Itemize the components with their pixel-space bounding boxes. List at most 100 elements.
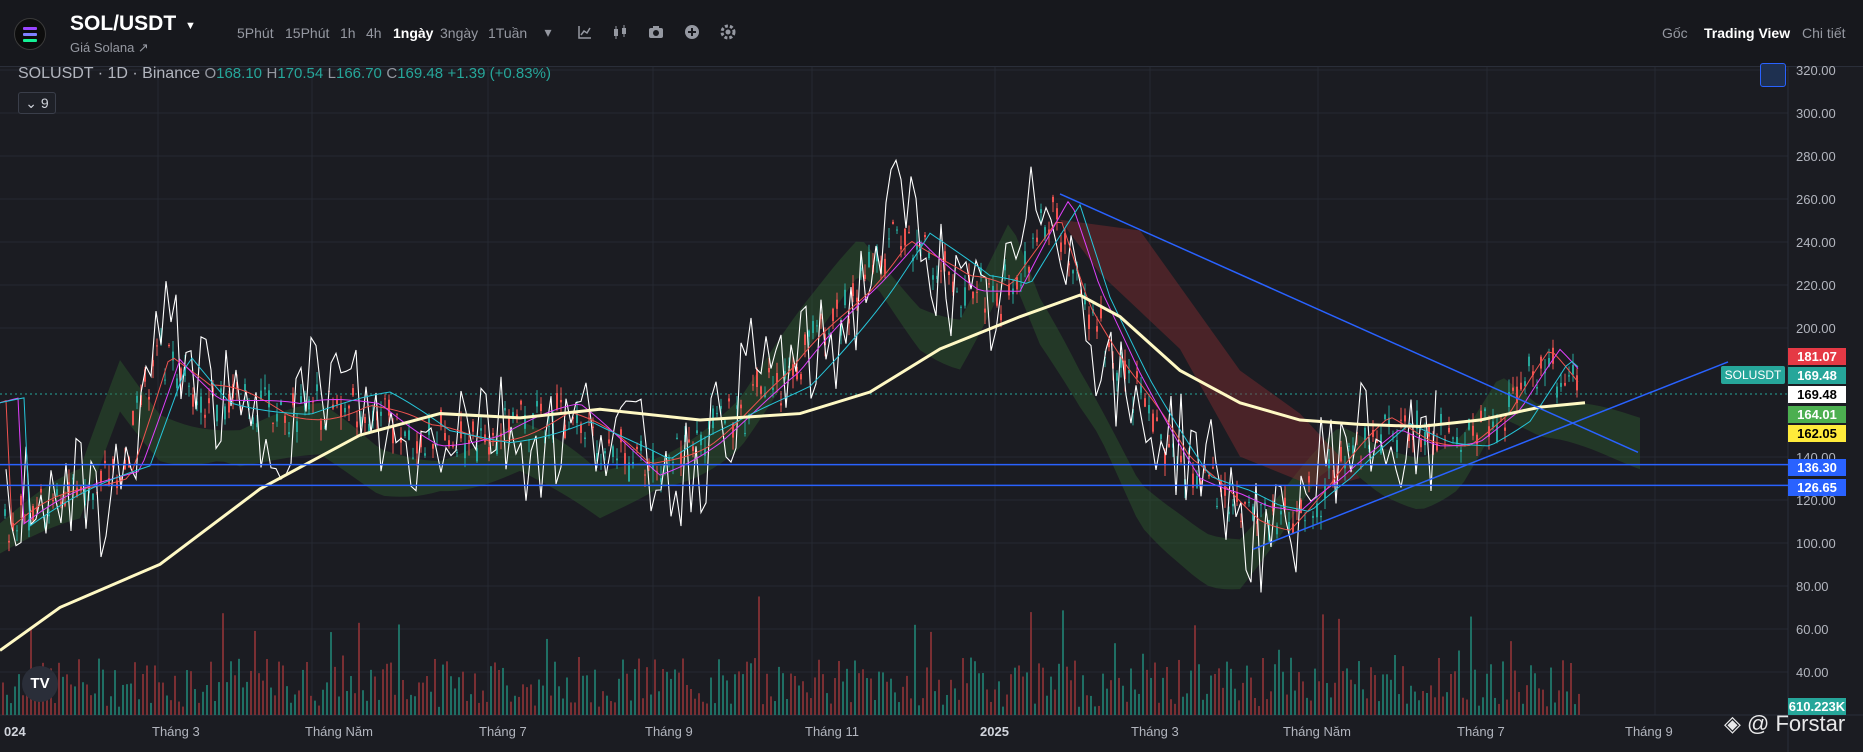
candle-body xyxy=(604,451,606,454)
volume-bar xyxy=(178,701,180,715)
volume-bar xyxy=(1550,667,1552,715)
volume-bar xyxy=(1410,685,1412,715)
camera-icon[interactable] xyxy=(648,24,664,40)
candle-body xyxy=(320,420,322,430)
volume-bar xyxy=(926,667,928,715)
candle-body xyxy=(40,488,42,493)
add-icon[interactable] xyxy=(684,24,700,40)
candle-body xyxy=(1312,515,1314,518)
timeframe-1d[interactable]: 1ngày xyxy=(393,25,433,41)
volume-bar xyxy=(130,683,132,715)
volume-bar xyxy=(162,682,164,715)
volume-bar xyxy=(1006,694,1008,715)
volume-bar xyxy=(694,698,696,715)
candle-body xyxy=(1452,437,1454,439)
tradingview-link[interactable]: Trading View xyxy=(1704,25,1790,41)
volume-bar xyxy=(1310,700,1312,715)
candles-icon[interactable] xyxy=(612,24,628,40)
more-timeframes-icon[interactable]: ▾ xyxy=(540,24,556,40)
volume-bar xyxy=(846,668,848,715)
volume-bar xyxy=(670,678,672,715)
candle-body xyxy=(52,499,54,502)
candle-body xyxy=(964,287,966,306)
volume-bar xyxy=(1358,661,1360,715)
time-axis-label: 024 xyxy=(4,724,26,739)
volume-bar xyxy=(1446,692,1448,715)
navigator-toggle-icon[interactable] xyxy=(1760,63,1786,87)
volume-bar xyxy=(978,673,980,715)
volume-bar xyxy=(146,665,148,715)
volume-bar xyxy=(582,675,584,715)
volume-bar xyxy=(962,658,964,715)
volume-bar xyxy=(1434,697,1436,715)
candle-body xyxy=(768,368,770,373)
candle-body xyxy=(904,228,906,246)
timeframe-1h[interactable]: 1h xyxy=(340,25,356,41)
candle-body xyxy=(504,408,506,411)
candle-body xyxy=(408,430,410,440)
details-link[interactable]: Chi tiết xyxy=(1802,25,1846,41)
volume-bar xyxy=(206,685,208,715)
candle-body xyxy=(1448,427,1450,433)
candle-body xyxy=(1088,314,1090,330)
volume-bar xyxy=(210,661,212,715)
volume-bar xyxy=(1510,641,1512,715)
volume-bar xyxy=(562,698,564,715)
timeframe-1w[interactable]: 1Tuần xyxy=(488,25,527,41)
volume-bar xyxy=(18,674,20,715)
volume-bar xyxy=(14,686,16,715)
volume-bar xyxy=(1386,674,1388,715)
price-chart[interactable] xyxy=(0,67,1863,752)
volume-bar xyxy=(102,669,104,715)
candle-body xyxy=(156,345,158,347)
volume-bar xyxy=(734,674,736,715)
volume-bar xyxy=(1262,657,1264,715)
volume-bar xyxy=(1546,706,1548,715)
volume-bar xyxy=(1170,699,1172,715)
pair-subtitle-link[interactable]: Giá Solana ↗ xyxy=(70,40,149,56)
candle-body xyxy=(168,344,170,346)
candle-body xyxy=(1212,467,1214,469)
volume-bar xyxy=(698,693,700,715)
volume-bar xyxy=(606,695,608,715)
volume-bar xyxy=(1094,706,1096,715)
indicators-icon[interactable] xyxy=(577,24,593,40)
timeframe-5m[interactable]: 5Phút xyxy=(237,25,274,41)
candle-body xyxy=(940,270,942,272)
volume-bar xyxy=(890,678,892,715)
volume-bar xyxy=(790,673,792,715)
close-label: C xyxy=(386,65,398,82)
candle-body xyxy=(1384,414,1386,420)
volume-bar xyxy=(882,672,884,715)
volume-bar xyxy=(646,667,648,715)
timeframe-4h[interactable]: 4h xyxy=(366,25,382,41)
original-view-link[interactable]: Gốc xyxy=(1662,25,1688,41)
gear-icon[interactable] xyxy=(720,24,736,40)
candle-body xyxy=(560,399,562,403)
timeframe-15m[interactable]: 15Phút xyxy=(285,25,329,41)
volume-bar xyxy=(1294,690,1296,715)
candle-body xyxy=(492,432,494,436)
tradingview-logo-icon[interactable]: TV xyxy=(22,666,58,702)
pair-selector[interactable]: SOL/USDT xyxy=(70,12,176,36)
open-value: 168.10 xyxy=(216,65,263,82)
indicators-toggle[interactable]: ⌄ 9 xyxy=(18,92,56,114)
volume-bar xyxy=(870,678,872,715)
candle-body xyxy=(300,396,302,403)
volume-bar xyxy=(1518,691,1520,715)
volume-bar xyxy=(202,691,204,715)
volume-bar xyxy=(254,630,256,715)
volume-bar xyxy=(350,676,352,715)
volume-bar xyxy=(1478,705,1480,715)
chevron-down-icon[interactable]: ▼ xyxy=(185,20,196,32)
volume-bar xyxy=(218,682,220,715)
volume-bar xyxy=(458,677,460,715)
candle-body xyxy=(804,334,806,345)
candle-body xyxy=(944,251,946,262)
candle-body xyxy=(1328,459,1330,469)
timeframe-3d[interactable]: 3ngày xyxy=(440,25,478,41)
volume-bar xyxy=(802,681,804,715)
volume-bar xyxy=(1130,668,1132,715)
volume-bar xyxy=(1578,693,1580,715)
candle-body xyxy=(1136,371,1138,378)
